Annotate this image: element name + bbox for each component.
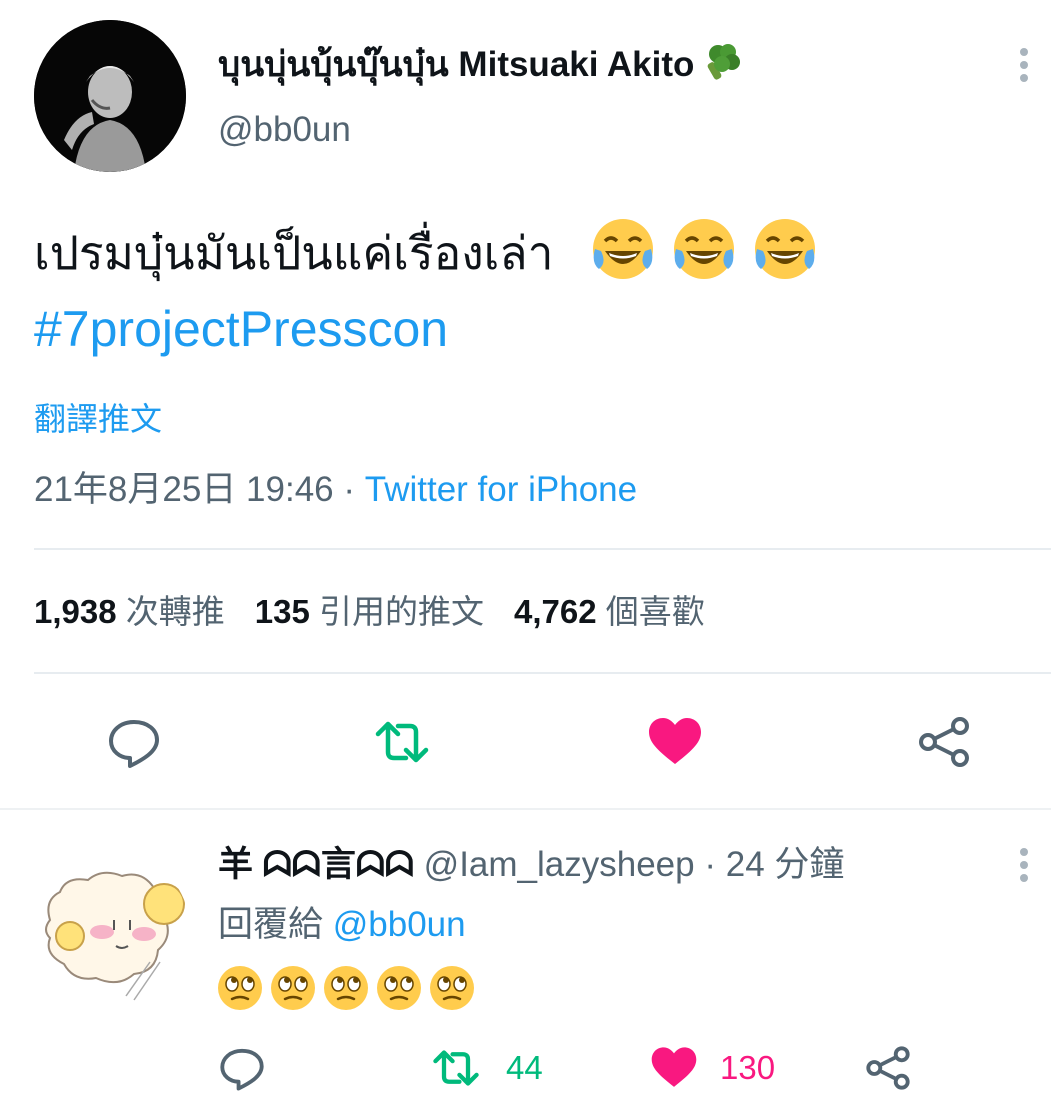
reply-icon — [220, 1048, 264, 1091]
tears-of-joy-emoji-icon — [673, 219, 734, 279]
share-button[interactable] — [916, 714, 972, 770]
retweets-label: 次轉推 — [125, 593, 225, 630]
reply-like-count: 130 — [720, 1049, 776, 1086]
reply-retweet-button[interactable]: 44 — [432, 1044, 543, 1092]
avatar[interactable] — [34, 20, 186, 172]
tweet-timestamp[interactable]: 21年8月25日 19:46 — [34, 470, 334, 509]
like-button[interactable] — [647, 714, 703, 770]
user-handle[interactable]: @bb0un — [218, 108, 351, 152]
share-icon — [866, 1046, 910, 1090]
replying-to-label: 回覆給 — [218, 905, 324, 944]
tweet-text: เปรมบุ๋นมันเป็นแค่เรื่องเล่า — [34, 215, 819, 283]
reply-header: 羊 ᗣᗣ言ᗣᗣ @Iam_lazysheep · 24 分鐘 — [218, 840, 844, 890]
quotes-stat[interactable]: 135 引用的推文 — [255, 593, 484, 630]
tweet-stats: 1,938 次轉推 135 引用的推文 4,762 個喜歡 — [34, 588, 705, 636]
reply-icon — [109, 720, 159, 768]
divider — [34, 672, 1051, 674]
reply-handle[interactable]: @Iam_lazysheep — [424, 845, 695, 884]
tweet-meta: 21年8月25日 19:46 · Twitter for iPhone — [34, 466, 637, 514]
likes-stat[interactable]: 4,762 個喜歡 — [514, 593, 705, 630]
rolling-eyes-emoji-icon — [377, 966, 421, 1010]
reply-separator: · — [704, 845, 717, 884]
retweets-count: 1,938 — [34, 593, 117, 630]
likes-label: 個喜歡 — [605, 593, 705, 630]
rolling-eyes-emoji-icon — [430, 966, 474, 1010]
hashtag-link[interactable]: #7projectPresscon — [34, 298, 448, 360]
tweet-text-content: เปรมบุ๋นมันเป็นแค่เรื่องเล่า — [34, 227, 554, 279]
reply-avatar[interactable] — [30, 850, 190, 1010]
retweet-icon — [433, 1050, 479, 1086]
more-options-button[interactable] — [1018, 48, 1030, 87]
section-separator — [0, 808, 1051, 810]
heart-filled-icon — [649, 718, 701, 764]
retweets-stat[interactable]: 1,938 次轉推 — [34, 593, 225, 630]
tweet-source-link[interactable]: Twitter for iPhone — [365, 470, 637, 509]
display-name-text: บุนบุ่นบุ้นบุ๊นบุ๋น Mitsuaki Akito — [218, 45, 695, 84]
quotes-count: 135 — [254, 593, 310, 630]
rolling-eyes-emoji-icon — [218, 966, 262, 1010]
broccoli-emoji-icon — [708, 44, 741, 80]
meta-separator: · — [343, 470, 356, 509]
reply-retweet-count: 44 — [506, 1049, 543, 1086]
reply-button[interactable] — [106, 714, 162, 770]
reply-display-name[interactable]: 羊 ᗣᗣ言ᗣᗣ — [218, 845, 414, 884]
quotes-label: 引用的推文 — [319, 593, 484, 630]
reply-more-options-button[interactable] — [1018, 848, 1030, 887]
reply-text — [216, 964, 481, 1012]
heart-filled-icon — [651, 1047, 697, 1087]
replying-to: 回覆給 @bb0un — [218, 900, 466, 950]
rolling-eyes-emoji-icon — [271, 966, 315, 1010]
translate-tweet-link[interactable]: 翻譯推文 — [34, 398, 162, 440]
display-name[interactable]: บุนบุ่นบุ้นบุ๊นบุ๋น Mitsuaki Akito — [218, 40, 742, 90]
sheep-drawing-avatar — [30, 850, 190, 1010]
tears-of-joy-emoji-icon — [754, 219, 815, 279]
divider — [34, 548, 1051, 550]
avatar-photo — [34, 20, 186, 172]
tears-of-joy-emoji-icon — [592, 219, 653, 279]
rolling-eyes-emoji-icon — [324, 966, 368, 1010]
reply-like-button[interactable]: 130 — [650, 1044, 775, 1092]
retweet-icon — [375, 721, 429, 763]
reply-share-button[interactable] — [864, 1044, 912, 1092]
share-icon — [919, 717, 969, 767]
replying-to-mention[interactable]: @bb0un — [333, 905, 466, 944]
likes-count: 4,762 — [514, 593, 597, 630]
reply-reply-button[interactable] — [218, 1044, 266, 1092]
reply-time[interactable]: 24 分鐘 — [726, 845, 845, 884]
retweet-button[interactable] — [374, 714, 430, 770]
